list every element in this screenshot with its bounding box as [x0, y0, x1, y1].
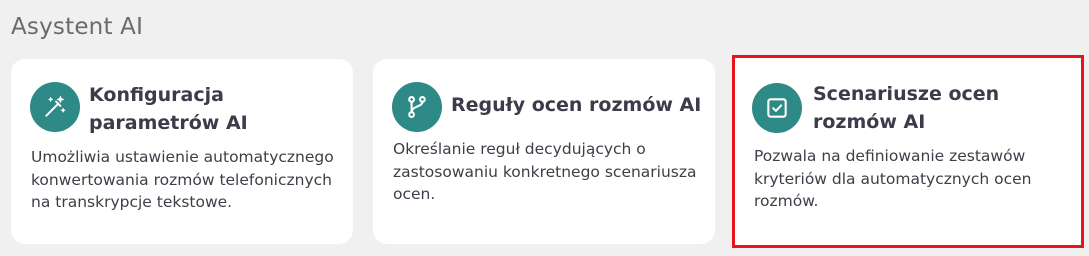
- card-ai-evaluation-scenarios[interactable]: Scenariusze ocen rozmów AI Pozwala na de…: [732, 55, 1084, 248]
- card-description: Pozwala na definiowanie zestawów kryteri…: [754, 147, 1032, 210]
- checkbox-icon: [767, 98, 787, 118]
- card-description: Określanie reguł decydujących o zastosow…: [393, 140, 697, 203]
- card-ai-evaluation-rules[interactable]: Reguły ocen rozmów AI Określanie reguł d…: [373, 59, 715, 244]
- card-title: Scenariusze ocen rozmów AI: [813, 83, 1000, 133]
- card-title: Reguły ocen rozmów AI: [451, 94, 702, 116]
- card-description: Umożliwia ustawienie automatycznego konw…: [31, 148, 334, 211]
- magic-wand-icon: [45, 95, 66, 117]
- icon-badge: [392, 82, 442, 132]
- card-title: Konfiguracja parametrów AI: [89, 84, 248, 134]
- branch-icon: [408, 96, 426, 118]
- icon-badge: [752, 83, 802, 133]
- card-ai-parameters-config[interactable]: Konfiguracja parametrów AI Umożliwia ust…: [11, 59, 353, 244]
- icon-badge: [30, 82, 80, 132]
- section-title: Asystent AI: [11, 14, 144, 40]
